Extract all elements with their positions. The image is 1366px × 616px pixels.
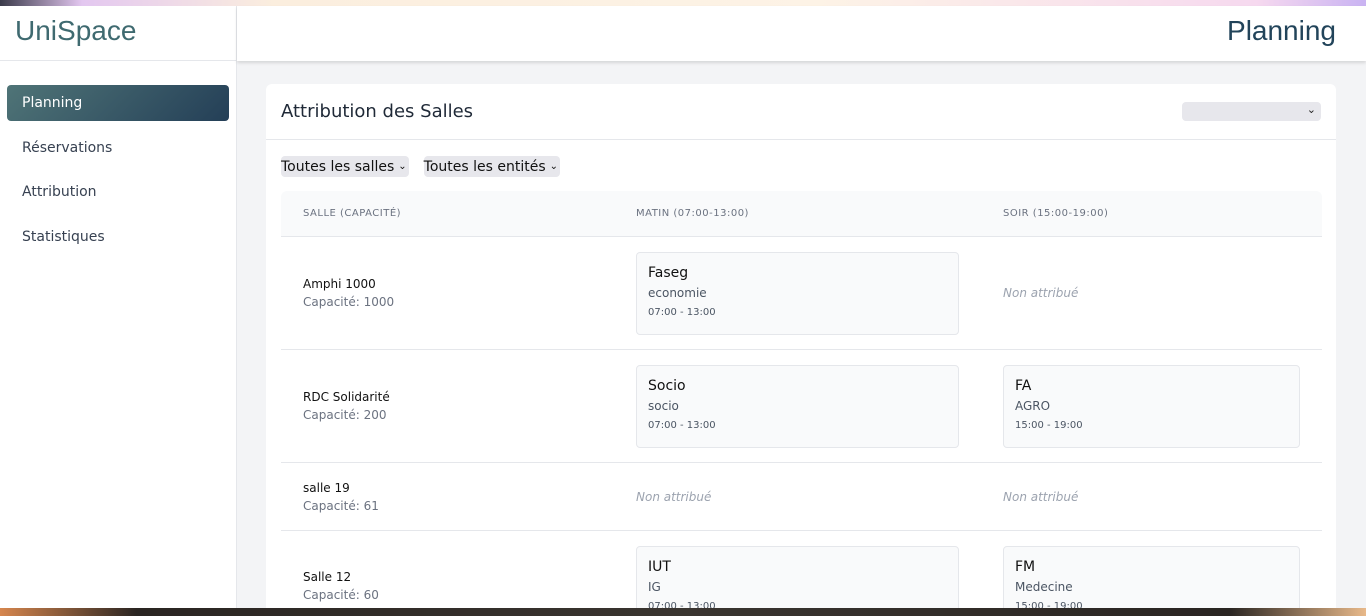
table-row: Salle 12 Capacité: 60 IUT IG 07:00 - 13:… [281, 531, 1322, 614]
col-room: SALLE (CAPACITÉ) [303, 208, 402, 219]
card-title: Attribution des Salles [281, 101, 474, 122]
not-assigned-label: Non attribué [1003, 286, 1079, 300]
assignment-time: 07:00 - 13:00 [648, 306, 716, 318]
assignment-entity: Socio [648, 377, 686, 394]
room-capacity: Capacité: 60 [303, 588, 379, 602]
morning-cell: Faseg economie 07:00 - 13:00 [636, 251, 1003, 335]
assignment-department: IG [648, 580, 661, 594]
assignment-card[interactable]: FA AGRO 15:00 - 19:00 [1003, 364, 1300, 448]
sidebar-item-attribution[interactable]: Attribution [7, 174, 229, 210]
chevron-down-icon: ⌄ [398, 161, 407, 172]
assignment-department: economie [648, 285, 707, 300]
room-cell: salle 19 Capacité: 61 [281, 481, 636, 513]
evening-cell: FA AGRO 15:00 - 19:00 [1003, 364, 1322, 448]
room-capacity: Capacité: 200 [303, 408, 387, 422]
table-row: salle 19 Capacité: 61 Non attribué Non a… [281, 463, 1322, 531]
attribution-card: Attribution des Salles ⌄ Toutes les sall… [266, 84, 1336, 614]
sidebar-item-reservations[interactable]: Réservations [7, 130, 229, 166]
col-morning: MATIN (07:00-13:00) [636, 208, 749, 219]
entity-filter-select[interactable]: Toutes les entités ⌄ [423, 156, 561, 177]
room-capacity: Capacité: 61 [303, 498, 379, 513]
room-name: Salle 12 [303, 570, 352, 584]
assignment-card[interactable]: Faseg economie 07:00 - 13:00 [636, 251, 959, 335]
room-cell: Salle 12 Capacité: 60 [281, 546, 636, 602]
room-filter-value: Toutes les salles [281, 158, 395, 175]
assignment-card[interactable]: Socio socio 07:00 - 13:00 [636, 364, 959, 448]
app-logo: UniSpace [0, 6, 236, 61]
assignment-department: Medecine [1015, 580, 1073, 594]
morning-cell: Socio socio 07:00 - 13:00 [636, 364, 1003, 448]
morning-cell: Non attribué [636, 490, 1003, 504]
sidebar-nav: Planning Réservations Attribution Statis… [0, 61, 236, 287]
room-name: salle 19 [303, 480, 350, 495]
card-header: Attribution des Salles ⌄ [266, 84, 1336, 140]
assignment-department: AGRO [1015, 398, 1051, 413]
entity-filter-value: Toutes les entités [423, 158, 546, 175]
assignment-entity: Faseg [648, 264, 689, 281]
room-cell: RDC Solidarité Capacité: 200 [281, 390, 636, 422]
morning-cell: IUT IG 07:00 - 13:00 [636, 546, 1003, 614]
evening-cell: Non attribué [1003, 286, 1322, 300]
sidebar-item-planning[interactable]: Planning [7, 85, 229, 121]
room-cell: Amphi 1000 Capacité: 1000 [281, 277, 636, 309]
table-row: RDC Solidarité Capacité: 200 Socio socio… [281, 350, 1322, 463]
assignment-time: 07:00 - 13:00 [648, 419, 716, 431]
room-name: Amphi 1000 [303, 277, 376, 291]
assignment-entity: IUT [648, 559, 671, 575]
room-filter-select[interactable]: Toutes les salles ⌄ [281, 156, 409, 177]
evening-cell: FM Medecine 15:00 - 19:00 [1003, 546, 1322, 614]
chevron-down-icon: ⌄ [549, 161, 559, 172]
page-title: Planning [1227, 15, 1336, 46]
assignment-card[interactable]: FM Medecine 15:00 - 19:00 [1003, 546, 1300, 614]
assignment-time: 15:00 - 19:00 [1015, 419, 1083, 431]
chevron-down-icon: ⌄ [1306, 103, 1316, 116]
table-row: Amphi 1000 Capacité: 1000 Faseg economie… [281, 237, 1322, 350]
col-evening: SOIR (15:00-19:00) [1003, 208, 1109, 219]
period-select[interactable]: ⌄ [1182, 102, 1321, 121]
assignment-entity: FA [1015, 377, 1032, 394]
sidebar: UniSpace Planning Réservations Attributi… [0, 6, 237, 608]
planning-table: SALLE (CAPACITÉ) MATIN (07:00-13:00) SOI… [281, 191, 1322, 614]
not-assigned-label: Non attribué [636, 489, 712, 504]
room-name: RDC Solidarité [303, 390, 390, 404]
evening-cell: Non attribué [1003, 490, 1322, 504]
desktop-taskbar [0, 608, 1366, 616]
assignment-card[interactable]: IUT IG 07:00 - 13:00 [636, 546, 959, 614]
room-capacity: Capacité: 1000 [303, 295, 395, 309]
top-header: Planning [237, 6, 1366, 61]
assignment-department: socio [648, 398, 679, 413]
sidebar-item-statistiques[interactable]: Statistiques [7, 219, 229, 255]
filters: Toutes les salles ⌄ Toutes les entités ⌄ [266, 140, 1336, 177]
not-assigned-label: Non attribué [1003, 489, 1079, 504]
assignment-entity: FM [1015, 559, 1036, 575]
table-header: SALLE (CAPACITÉ) MATIN (07:00-13:00) SOI… [281, 191, 1322, 237]
